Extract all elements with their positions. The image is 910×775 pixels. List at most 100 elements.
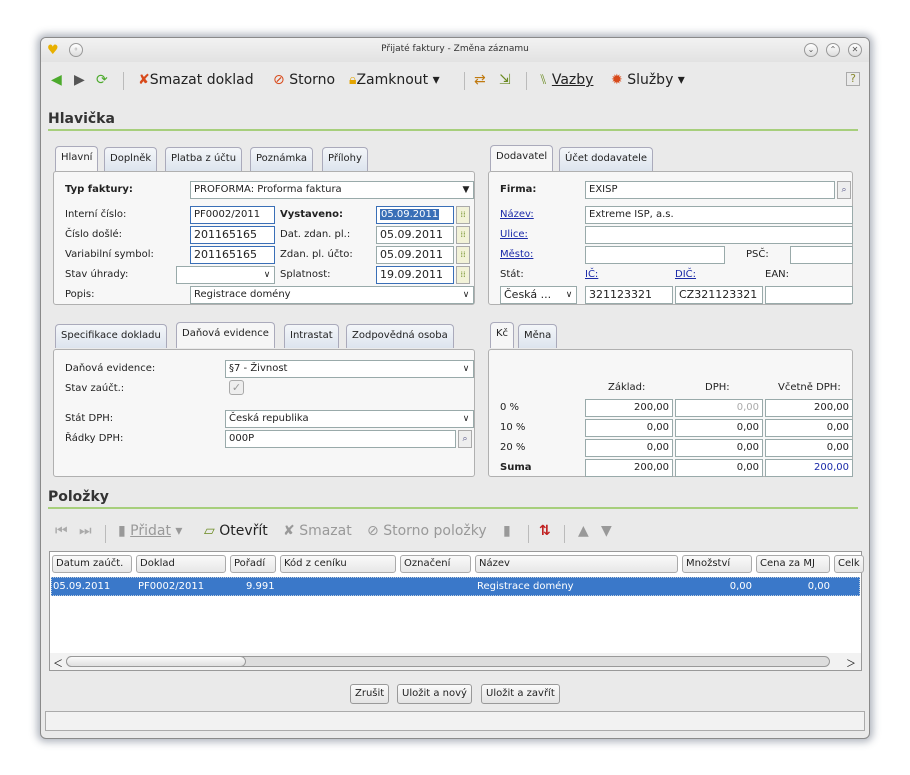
zaklad-col-label: Základ: (608, 382, 646, 393)
forward-icon[interactable]: ▶ (74, 72, 85, 88)
delete-item-button[interactable]: ✘ Smazat (283, 523, 352, 539)
open-item-button[interactable]: ▱ Otevřít (204, 523, 268, 539)
back-icon[interactable]: ◀ (51, 72, 62, 88)
calendar-icon[interactable]: ⁞⁞ (456, 246, 470, 264)
tab-doplnek[interactable]: Doplněk (104, 147, 158, 171)
evidence-select[interactable]: §7 - Živnost ∨ (225, 360, 474, 378)
col-doklad-header[interactable]: Doklad (136, 555, 226, 573)
popis-field[interactable]: Registrace domény ∨ (190, 286, 474, 304)
tab-poznamka[interactable]: Poznámka (250, 147, 313, 171)
calendar-icon[interactable]: ⁞⁞ (456, 226, 470, 244)
ulice-field[interactable] (585, 226, 853, 244)
sort-icon[interactable]: ⇅ (539, 523, 551, 539)
nazev-label[interactable]: Název: (500, 209, 534, 220)
links-button[interactable]: ⑊ Vazby (539, 72, 593, 88)
add-item-button[interactable]: ▮ Přidat ▾ (118, 523, 182, 539)
vystaveno-field[interactable]: 05.09.2011 (376, 206, 454, 224)
save-close-button[interactable]: Uložit a zavřít (481, 684, 560, 704)
cancel-button[interactable]: Zrušit (350, 684, 390, 704)
lock-button[interactable]: 🔒︎Zamknout ▾ (349, 72, 440, 88)
export-icon[interactable]: ⇲ (499, 72, 511, 88)
col-celkem-header[interactable]: Celk (834, 555, 864, 573)
ic-label[interactable]: IČ: (585, 269, 598, 280)
tab-specifikace[interactable]: Specifikace dokladu (55, 324, 167, 348)
mesto-field[interactable] (585, 246, 725, 264)
delete-document-button[interactable]: ✘Smazat doklad (138, 72, 254, 88)
search-icon[interactable]: ⌕ (458, 430, 472, 448)
sum-zaklad-field: 200,00 (585, 459, 673, 477)
col-cena-header[interactable]: Cena za MJ (756, 555, 830, 573)
col-poradi-header[interactable]: Pořadí (230, 555, 276, 573)
celkem-field[interactable]: 0,00 (765, 439, 853, 457)
links-icon: ⑊ (539, 72, 548, 88)
move-up-icon[interactable]: ▲ (578, 523, 589, 539)
radky-field[interactable]: 000P (225, 430, 456, 448)
col-datum-header[interactable]: Datum zaúčt. (52, 555, 132, 573)
typ-select[interactable]: PROFORMA: Proforma faktura ▼ (190, 181, 474, 199)
tab-platba[interactable]: Platba z účtu (165, 147, 243, 171)
col-mnozstvi-header[interactable]: Množství (682, 555, 752, 573)
services-button[interactable]: ✹ Služby ▾ (611, 72, 685, 88)
transfer-icon[interactable]: ⇄ (474, 72, 486, 88)
psc-field[interactable] (790, 246, 853, 264)
ean-field[interactable] (765, 286, 853, 304)
minimize-button[interactable]: ⌄ (804, 43, 818, 57)
tab-prilohy[interactable]: Přílohy (322, 147, 368, 171)
tab-zodpovedna-osoba[interactable]: Zodpovědná osoba (346, 324, 454, 348)
dic-label[interactable]: DIČ: (675, 269, 696, 280)
storno-button[interactable]: ⊘ Storno (273, 72, 335, 88)
tab-ucet-dodavatele[interactable]: Účet dodavatele (559, 147, 654, 171)
horizontal-scrollbar[interactable]: ＜ ＞ (50, 653, 861, 670)
zaklad-field[interactable]: 0,00 (585, 419, 673, 437)
celkem-field[interactable]: 200,00 (765, 399, 853, 417)
zpu-field[interactable]: 05.09.2011 (376, 246, 454, 264)
search-icon[interactable]: ⌕ (837, 181, 851, 199)
zaklad-field[interactable]: 0,00 (585, 439, 673, 457)
firma-field[interactable]: EXISP (585, 181, 835, 199)
toolbar-separator (564, 525, 565, 543)
tab-intrastat[interactable]: Intrastat (284, 324, 339, 348)
copy-icon[interactable]: ▮ (503, 523, 511, 539)
nazev-field[interactable]: Extreme ISP, a.s. (585, 206, 853, 224)
scroll-left-icon[interactable]: ＜ (53, 655, 63, 670)
scroll-right-icon[interactable]: ＞ (846, 655, 856, 670)
col-kod-header[interactable]: Kód z ceníku (280, 555, 396, 573)
dzp-field[interactable]: 05.09.2011 (376, 226, 454, 244)
first-record-icon[interactable]: ⏮ (55, 523, 68, 539)
refresh-icon[interactable]: ⟳ (96, 72, 108, 88)
scrollbar-thumb[interactable] (66, 656, 246, 667)
save-new-button[interactable]: Uložit a nový (397, 684, 472, 704)
dph-field[interactable]: 0,00 (675, 419, 763, 437)
move-down-icon[interactable]: ▼ (601, 523, 612, 539)
status-bar (45, 711, 865, 731)
storno-item-button[interactable]: ⊘ Storno položky (367, 523, 487, 539)
splatnost-field[interactable]: 19.09.2011 (376, 266, 454, 284)
stat-dph-select[interactable]: Česká republika ∨ (225, 410, 474, 428)
tab-kc[interactable]: Kč (490, 322, 515, 348)
calendar-icon[interactable]: ⁞⁞ (456, 206, 470, 224)
dph-field[interactable]: 0,00 (675, 439, 763, 457)
stav-select[interactable]: ∨ (176, 266, 275, 284)
ulice-label[interactable]: Ulice: (500, 229, 528, 240)
tab-dodavatel[interactable]: Dodavatel (490, 145, 554, 171)
tab-mena[interactable]: Měna (518, 324, 558, 348)
close-button[interactable]: ✕ (848, 43, 862, 57)
tab-hlavni[interactable]: Hlavní (55, 146, 99, 172)
maximize-button[interactable]: ⌃ (826, 43, 840, 57)
dic-field[interactable]: CZ321123321 (675, 286, 763, 304)
help-icon[interactable]: ? (846, 72, 860, 86)
cislo-field[interactable]: 201165165 (190, 226, 275, 244)
stat-select[interactable]: Česká ... ∨ (500, 286, 577, 304)
interni-field[interactable]: PF0002/2011 (190, 206, 275, 224)
ic-field[interactable]: 321123321 (585, 286, 673, 304)
col-nazev-header[interactable]: Název (475, 555, 678, 573)
stav-zauct-checkbox[interactable]: ✓ (229, 380, 244, 395)
celkem-field[interactable]: 0,00 (765, 419, 853, 437)
mesto-label[interactable]: Město: (500, 249, 533, 260)
last-record-icon[interactable]: ⏭ (79, 523, 92, 539)
col-oznaceni-header[interactable]: Označení (400, 555, 471, 573)
vs-field[interactable]: 201165165 (190, 246, 275, 264)
tab-danova-evidence[interactable]: Daňová evidence (176, 322, 275, 348)
zaklad-field[interactable]: 200,00 (585, 399, 673, 417)
calendar-icon[interactable]: ⁞⁞ (456, 266, 470, 284)
